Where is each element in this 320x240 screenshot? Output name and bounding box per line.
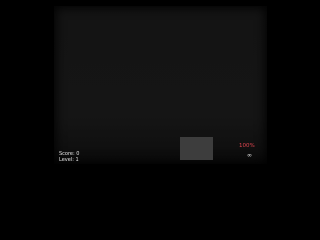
player-block [180,137,213,160]
ammo-infinity-icon: ∞ [247,152,252,159]
game-screen: Score: 0 Level: 1 100% ∞ [0,0,320,213]
game-playfield[interactable] [54,6,267,164]
health-percent: 100% [239,143,255,149]
hud-stats: Score: 0 Level: 1 [59,151,79,163]
level-text: Level: 1 [59,156,79,163]
